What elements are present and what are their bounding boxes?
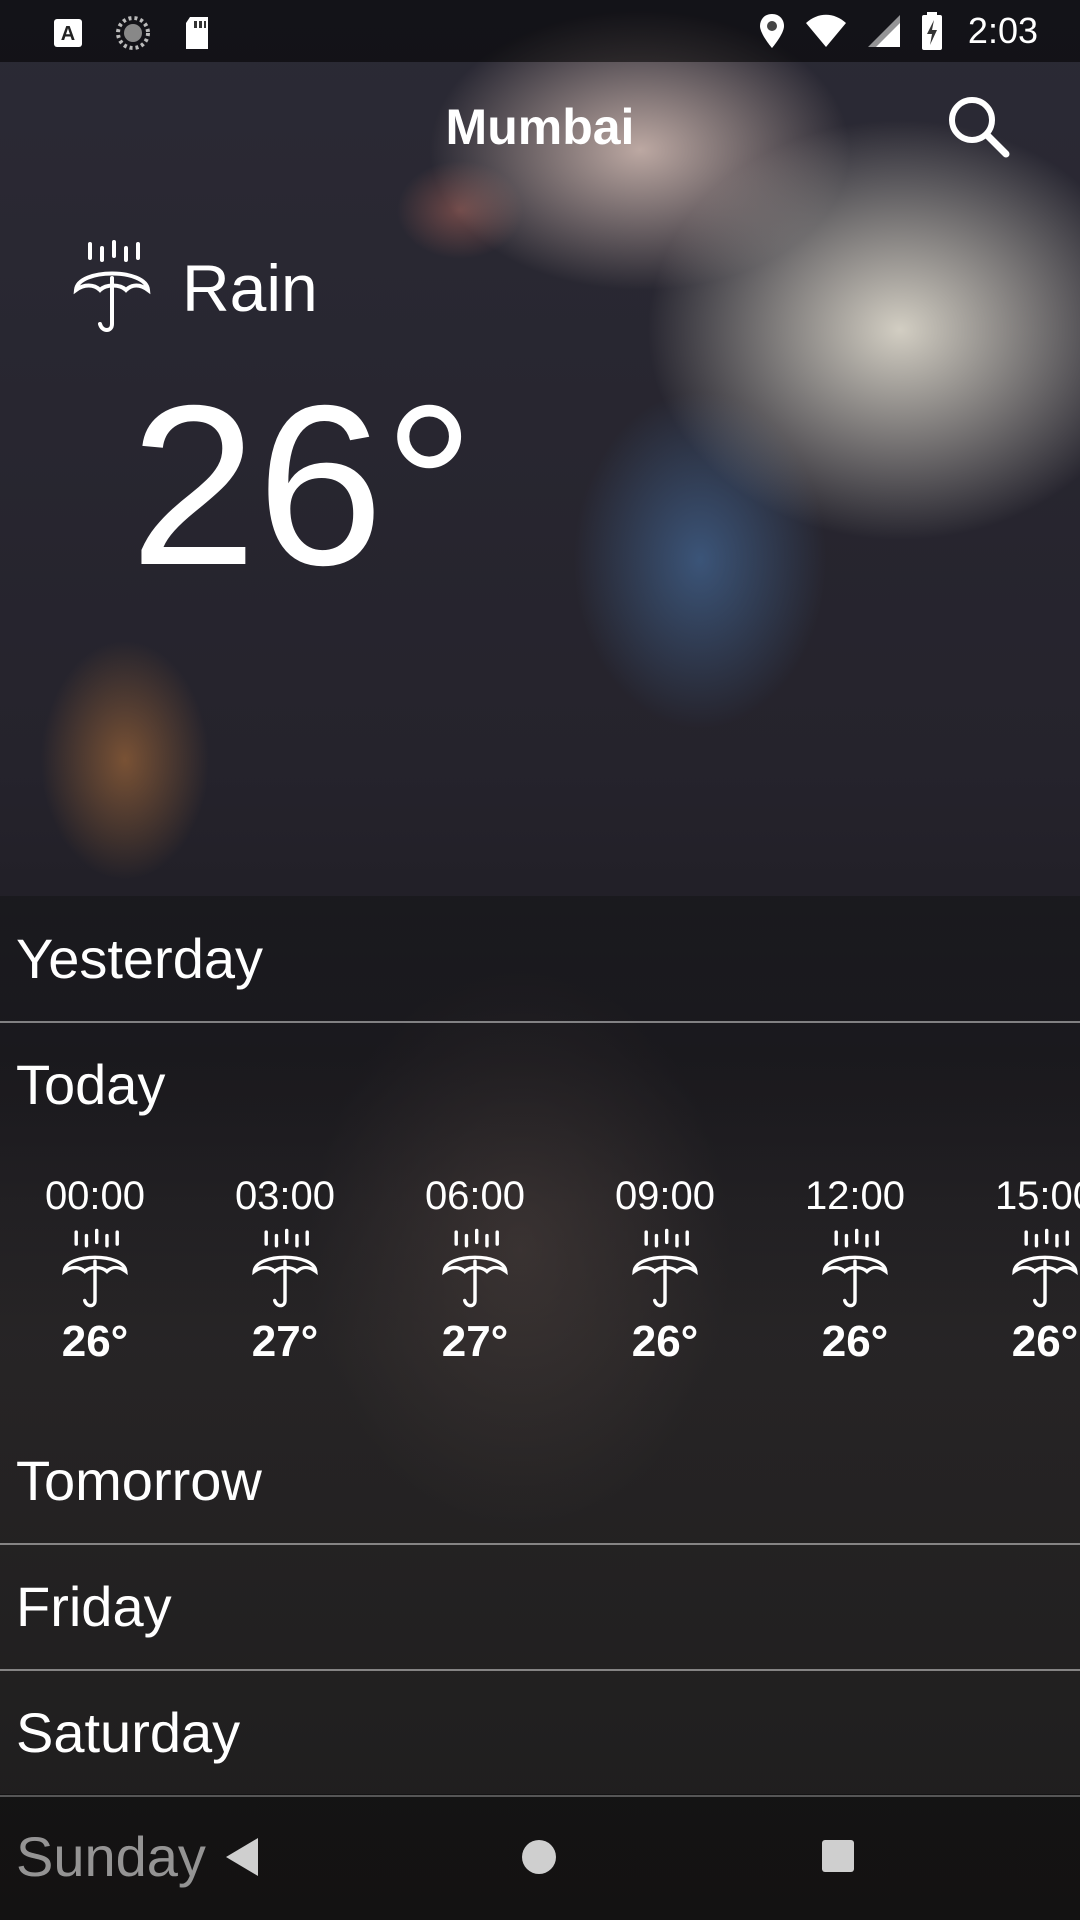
svg-text:A: A [61,23,75,45]
current-temperature: 26° [130,359,475,613]
hour-time: 15:00 [994,1174,1080,1218]
rain-umbrella-icon [1012,1228,1078,1308]
hourly-forecast[interactable]: 00:00 26° 03:00 27° 06:00 27° 09:00 26° … [0,1170,1080,1410]
search-icon[interactable] [944,92,1014,162]
city-title: Mumbai [445,99,635,155]
hour-item: 12:00 26° [780,1170,930,1367]
status-bar: A 2:03 [0,0,1080,62]
day-label: Friday [16,1575,172,1638]
hour-temp: 26° [1011,1317,1079,1366]
current-condition: Rain [182,251,318,325]
hour-item: 09:00 26° [590,1170,740,1367]
rain-umbrella-icon [73,240,151,332]
keyboard-a-icon: A [54,19,82,47]
day-row-friday[interactable]: Friday [0,1544,1080,1671]
back-icon[interactable] [222,1834,262,1880]
hour-time: 03:00 [234,1174,336,1218]
hour-item: 06:00 27° [400,1170,550,1367]
hour-temp: 27° [441,1317,509,1366]
location-icon [759,14,784,48]
weather-screen: A 2:03 Mumbai Rain 26° Yesterday Today 0… [0,0,1080,1920]
day-row-today[interactable]: Today [0,1022,1080,1147]
hour-temp: 26° [631,1317,699,1366]
signal-icon [867,15,900,47]
hour-temp: 26° [61,1317,129,1366]
hour-time: 09:00 [614,1174,716,1218]
wifi-icon [805,14,846,47]
hour-item: 00:00 26° [20,1170,170,1367]
hour-time: 00:00 [44,1174,146,1218]
hour-temp: 26° [821,1317,889,1366]
recents-icon[interactable] [822,1840,854,1872]
hour-item: 15:00 26° [970,1170,1080,1367]
day-label: Tomorrow [16,1449,262,1512]
day-label: Yesterday [16,927,263,990]
home-icon[interactable] [522,1840,556,1874]
day-row-saturday[interactable]: Saturday [0,1670,1080,1797]
hour-temp: 27° [251,1317,319,1366]
day-row-sunday[interactable]: Sunday [16,1824,206,1889]
rain-umbrella-icon [822,1228,888,1308]
rain-umbrella-icon [442,1228,508,1308]
battery-charging-icon [921,12,942,50]
navigation-bar: Sunday [0,1794,1080,1920]
sync-icon [116,16,150,50]
rain-umbrella-icon [632,1228,698,1308]
hour-time: 06:00 [424,1174,526,1218]
sd-card-icon [186,17,208,49]
status-time: 2:03 [967,10,1038,51]
rain-umbrella-icon [252,1228,318,1308]
day-label: Today [16,1053,166,1116]
hour-item: 03:00 27° [210,1170,360,1367]
day-label: Saturday [16,1701,241,1764]
day-row-tomorrow[interactable]: Tomorrow [0,1418,1080,1545]
rain-umbrella-icon [62,1228,128,1308]
day-row-yesterday[interactable]: Yesterday [0,896,1080,1023]
hour-time: 12:00 [804,1174,906,1218]
